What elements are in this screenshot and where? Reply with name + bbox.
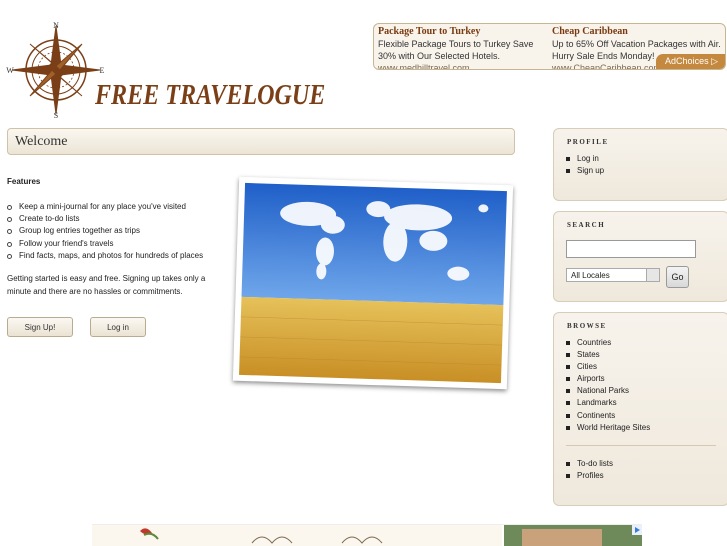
- list-item: Group log entries together as trips: [7, 225, 203, 237]
- svg-text:N: N: [53, 21, 59, 30]
- ad-title[interactable]: Package Tour to Turkey: [378, 26, 548, 38]
- log-in-button[interactable]: Log in: [90, 317, 146, 337]
- chevron-down-icon[interactable]: [646, 269, 659, 281]
- ad-body: Flexible Package Tours to Turkey Save 30…: [378, 39, 534, 61]
- sidebar-item-profiles[interactable]: Profiles: [566, 470, 613, 482]
- sidebar-item-countries[interactable]: Countries: [566, 337, 650, 349]
- locale-select-value: All Locales: [571, 271, 610, 280]
- search-input[interactable]: [566, 240, 696, 258]
- page-title: Welcome: [15, 134, 68, 149]
- svg-text:E: E: [100, 66, 105, 75]
- clouds-wheat-image: [239, 182, 507, 384]
- intro-text: Getting started is easy and free. Signin…: [7, 274, 206, 296]
- go-button[interactable]: Go: [666, 266, 689, 288]
- adchoices-badge[interactable]: AdChoices ▷: [656, 54, 725, 69]
- sidebar-item-to-do-lists[interactable]: To-do lists: [566, 458, 613, 470]
- ad-url[interactable]: www.medhilltravel.com: [378, 62, 548, 69]
- features-heading: Features: [7, 177, 41, 186]
- sidebar-item-continents[interactable]: Continents: [566, 410, 650, 422]
- browse-panel: BROWSE Countries States Cities Airports …: [553, 312, 727, 506]
- svg-text:W: W: [6, 66, 14, 75]
- world-map-clouds-photo: [232, 176, 514, 390]
- sidebar-item-airports[interactable]: Airports: [566, 373, 650, 385]
- sidebar-item-sign-up[interactable]: Sign up: [566, 165, 604, 177]
- panel-title: SEARCH: [567, 221, 606, 229]
- sidebar-item-landmarks[interactable]: Landmarks: [566, 397, 650, 409]
- search-panel: SEARCH All Locales Go: [553, 211, 727, 302]
- bottom-ad-banner[interactable]: [92, 524, 642, 546]
- sidebar-item-states[interactable]: States: [566, 349, 650, 361]
- divider: [566, 445, 716, 446]
- sidebar-item-world-heritage-sites[interactable]: World Heritage Sites: [566, 422, 650, 434]
- sign-up-button[interactable]: Sign Up!: [7, 317, 73, 337]
- top-ad-banner[interactable]: Package Tour to Turkey Flexible Package …: [373, 23, 726, 70]
- list-item: Keep a mini-journal for any place you've…: [7, 201, 203, 213]
- list-item: Find facts, maps, and photos for hundred…: [7, 250, 203, 262]
- features-list: Keep a mini-journal for any place you've…: [7, 201, 203, 262]
- ad-package-tour[interactable]: Package Tour to Turkey Flexible Package …: [378, 26, 548, 69]
- ad-image: [92, 525, 642, 546]
- svg-text:S: S: [54, 111, 58, 120]
- welcome-header: Welcome: [7, 128, 515, 155]
- list-item: Create to-do lists: [7, 213, 203, 225]
- panel-title: BROWSE: [567, 322, 607, 330]
- list-item: Follow your friend's travels: [7, 238, 203, 250]
- sidebar-item-cities[interactable]: Cities: [566, 361, 650, 373]
- sidebar-item-log-in[interactable]: Log in: [566, 153, 604, 165]
- site-name[interactable]: FREE TRAVELOGUE: [95, 80, 325, 112]
- panel-title: PROFILE: [567, 138, 609, 146]
- sidebar-item-national-parks[interactable]: National Parks: [566, 385, 650, 397]
- ad-title[interactable]: Cheap Caribbean: [552, 26, 722, 38]
- profile-panel: PROFILE Log in Sign up: [553, 128, 727, 201]
- locale-select[interactable]: All Locales: [566, 268, 660, 282]
